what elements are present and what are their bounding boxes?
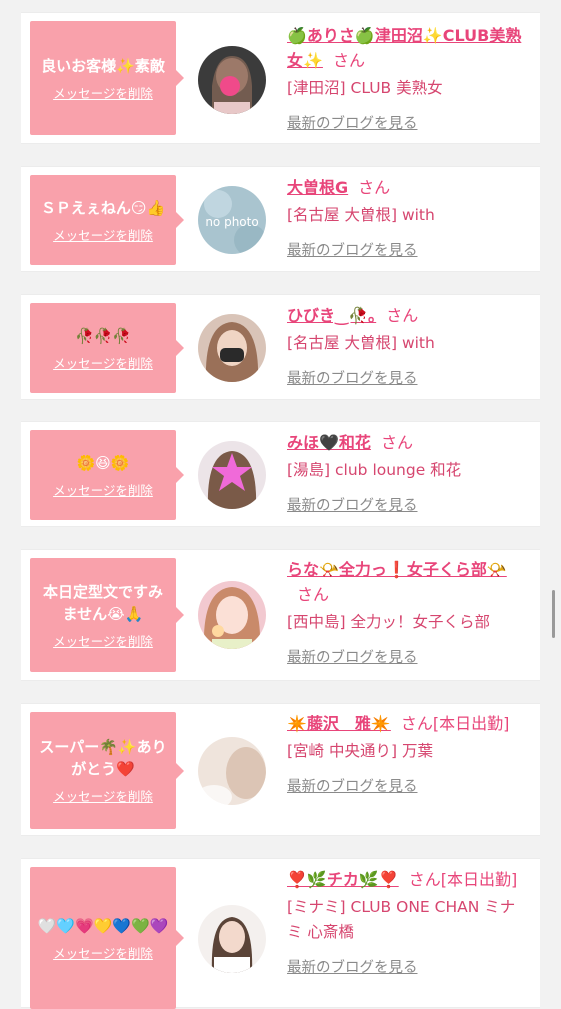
delete-message-link[interactable]: メッセージを削除 (53, 225, 153, 244)
latest-blog-link[interactable]: 最新のブログを見る (287, 646, 418, 667)
card-info: ❣️🌿チカ🌿❣️ さん[本日出勤] [ミナミ] CLUB ONE CHAN ミナミ… (287, 867, 527, 977)
shop-name: [宮崎 中央通り] 万葉 (287, 742, 433, 760)
name-suffix: さん (380, 433, 413, 452)
latest-blog-link[interactable]: 最新のブログを見る (287, 367, 418, 388)
cast-name-link[interactable]: みほ🖤和花 (287, 433, 371, 452)
name-suffix: さん[本日出勤] (408, 870, 518, 889)
name-line: ひびき‿🥀｡ さん (287, 303, 527, 328)
message-text: スーパー🌴✨ありがとう❤️ (39, 738, 167, 778)
delete-message-link[interactable]: メッセージを削除 (53, 631, 153, 650)
shop-name: [湯島] club lounge 和花 (287, 461, 462, 479)
latest-blog-link[interactable]: 最新のブログを見る (287, 956, 418, 977)
message-text: ＳＰえぇねん😏👍 (40, 198, 166, 217)
message-bubble: 🌼😆🌼 メッセージを削除 (30, 430, 184, 520)
name-suffix: さん[本日出勤] (400, 714, 510, 733)
delete-message-link[interactable]: メッセージを削除 (53, 480, 153, 499)
avatar-photo-icon (198, 46, 266, 114)
avatar-photo-icon (198, 441, 266, 509)
card-info: らな📯全力っ❗女子くら部📯 さん [西中島] 全力ッ！女子くら部 最新のブログを見… (287, 557, 527, 667)
cast-name-link[interactable]: 大曽根G (287, 178, 348, 197)
message-card: 🤍🩵💗💛💙💚💜 メッセージを削除 ❣️🌿チカ🌿❣️ さん[本日出勤] [ミナミ] … (21, 858, 540, 1009)
message-bubble: 良いお客様✨素敵 メッセージを削除 (30, 21, 184, 135)
message-bubble: 本日定型文ですみません😭🙏 メッセージを削除 (30, 558, 184, 672)
message-card: 良いお客様✨素敵 メッセージを削除 🍏ありさ🍏津田沼✨CLUB美熟女✨ さん [津… (21, 12, 540, 144)
svg-text:no photo: no photo (205, 215, 258, 229)
latest-blog-link[interactable]: 最新のブログを見る (287, 112, 418, 133)
scrollbar[interactable] (552, 590, 555, 638)
card-info: 大曽根G さん [名古屋 大曽根] with 最新のブログを見る (287, 175, 527, 260)
latest-blog-link[interactable]: 最新のブログを見る (287, 494, 418, 515)
card-info: ひびき‿🥀｡ さん [名古屋 大曽根] with 最新のブログを見る (287, 303, 527, 388)
shop-name: [ミナミ] CLUB ONE CHAN ミナミ 心斎橋 (287, 898, 516, 941)
message-text: 🤍🩵💗💛💙💚💜 (37, 916, 169, 935)
avatar-photo-icon (198, 314, 266, 382)
message-card: 🥀🥀🥀 メッセージを削除 ひびき‿🥀｡ さん [名古屋 大曽根] with 最新の… (21, 294, 540, 400)
avatar[interactable] (198, 46, 266, 114)
avatar[interactable] (198, 314, 266, 382)
message-card: ＳＰえぇねん😏👍 メッセージを削除 no photo 大曽根G さん [名古屋 大… (21, 166, 540, 272)
message-bubble: 🤍🩵💗💛💙💚💜 メッセージを削除 (30, 867, 184, 1009)
message-text: 良いお客様✨素敵 (41, 56, 165, 75)
avatar-photo-icon (198, 581, 266, 649)
no-photo-icon: no photo (198, 186, 266, 254)
name-line: 大曽根G さん (287, 175, 527, 200)
message-card: 本日定型文ですみません😭🙏 メッセージを削除 らな📯全力っ❗女子くら部📯 さん [… (21, 549, 540, 681)
message-bubble: スーパー🌴✨ありがとう❤️ メッセージを削除 (30, 712, 184, 829)
latest-blog-link[interactable]: 最新のブログを見る (287, 239, 418, 260)
cast-name-link[interactable]: ひびき‿🥀｡ (287, 306, 376, 325)
name-suffix: さん (297, 585, 330, 604)
name-line: らな📯全力っ❗女子くら部📯 さん (287, 557, 527, 607)
avatar[interactable] (198, 581, 266, 649)
message-bubble: 🥀🥀🥀 メッセージを削除 (30, 303, 184, 393)
message-feed: 良いお客様✨素敵 メッセージを削除 🍏ありさ🍏津田沼✨CLUB美熟女✨ さん [津… (0, 0, 561, 1009)
delete-message-link[interactable]: メッセージを削除 (53, 943, 153, 962)
shop-name: [津田沼] CLUB 美熟女 (287, 79, 443, 97)
cast-name-link[interactable]: ✴️藤沢 雅✴️ (287, 714, 391, 733)
latest-blog-link[interactable]: 最新のブログを見る (287, 775, 418, 796)
message-text: 🥀🥀🥀 (74, 326, 132, 345)
message-text: 本日定型文ですみません😭🙏 (42, 582, 163, 623)
name-line: ✴️藤沢 雅✴️ さん[本日出勤] (287, 711, 527, 736)
card-info: みほ🖤和花 さん [湯島] club lounge 和花 最新のブログを見る (287, 430, 527, 515)
card-info: ✴️藤沢 雅✴️ さん[本日出勤] [宮崎 中央通り] 万葉 最新のブログを見る (287, 711, 527, 796)
cast-name-link[interactable]: ❣️🌿チカ🌿❣️ (287, 870, 399, 889)
delete-message-link[interactable]: メッセージを削除 (53, 83, 153, 102)
avatar-photo-icon (198, 737, 266, 805)
name-line: みほ🖤和花 さん (287, 430, 527, 455)
avatar[interactable] (198, 441, 266, 509)
message-card: スーパー🌴✨ありがとう❤️ メッセージを削除 ✴️藤沢 雅✴️ さん[本日出勤] … (21, 703, 540, 836)
shop-name: [名古屋 大曽根] with (287, 206, 435, 224)
avatar[interactable] (198, 737, 266, 805)
avatar-photo-icon (198, 905, 266, 973)
message-card: 🌼😆🌼 メッセージを削除 みほ🖤和花 さん [湯島] club lounge 和花… (21, 421, 540, 527)
name-line: 🍏ありさ🍏津田沼✨CLUB美熟女✨ さん (287, 23, 527, 73)
message-text: 🌼😆🌼 (76, 453, 130, 472)
avatar[interactable]: no photo (198, 186, 266, 254)
name-line: ❣️🌿チカ🌿❣️ さん[本日出勤] (287, 867, 527, 892)
name-suffix: さん (386, 306, 419, 325)
name-suffix: さん (358, 178, 391, 197)
delete-message-link[interactable]: メッセージを削除 (53, 786, 153, 805)
cast-name-link[interactable]: 🍏ありさ🍏津田沼✨CLUB美熟女✨ (287, 26, 521, 70)
card-info: 🍏ありさ🍏津田沼✨CLUB美熟女✨ さん [津田沼] CLUB 美熟女 最新のブロ… (287, 23, 527, 133)
shop-name: [名古屋 大曽根] with (287, 334, 435, 352)
name-suffix: さん (332, 51, 365, 70)
avatar[interactable] (198, 905, 266, 973)
shop-name: [西中島] 全力ッ！女子くら部 (287, 613, 491, 631)
cast-name-link[interactable]: らな📯全力っ❗女子くら部📯 (287, 560, 507, 579)
message-bubble: ＳＰえぇねん😏👍 メッセージを削除 (30, 175, 184, 265)
delete-message-link[interactable]: メッセージを削除 (53, 353, 153, 372)
